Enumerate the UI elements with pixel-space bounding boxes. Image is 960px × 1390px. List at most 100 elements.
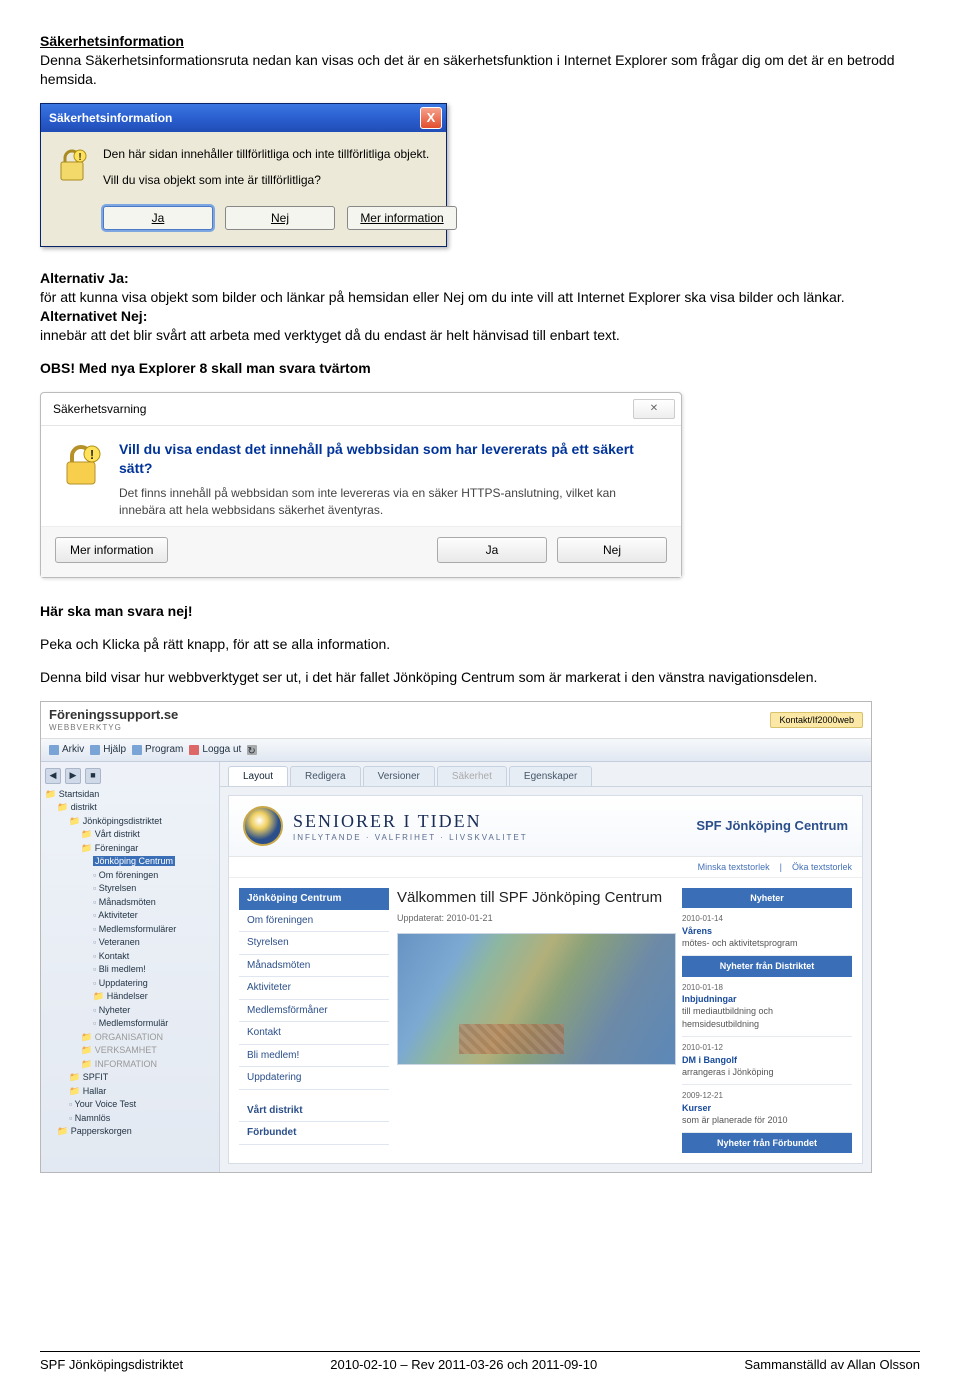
rightcol-header: Nyheter från Distriktet bbox=[682, 956, 852, 976]
leftnav-item[interactable]: Uppdatering bbox=[239, 1067, 389, 1090]
tree-jonkoping-centrum-selected[interactable]: Jönköping Centrum bbox=[93, 856, 175, 866]
tool-decrease-text[interactable]: Minska textstorlek bbox=[698, 861, 770, 873]
news-item[interactable]: 2009-12-21 Kurser som är planerade för 2… bbox=[682, 1085, 852, 1133]
tree-item[interactable]: Om föreningen bbox=[45, 869, 215, 883]
tree-foreningar[interactable]: Föreningar bbox=[45, 842, 215, 856]
tab-sakerhet[interactable]: Säkerhet bbox=[437, 766, 507, 787]
news-item[interactable]: 2010-01-12 DM i Bangolf arrangeras i Jön… bbox=[682, 1037, 852, 1085]
xp-security-dialog: Säkerhetsinformation X ! Den här sidan i… bbox=[40, 103, 447, 248]
tree-item[interactable]: SPFIT bbox=[45, 1071, 215, 1085]
svg-text:!: ! bbox=[78, 152, 81, 163]
tree-item[interactable]: Aktiviteter bbox=[45, 909, 215, 923]
webinfo-text: Denna bild visar hur webbverktyget ser u… bbox=[40, 668, 920, 687]
menu-program[interactable]: Program bbox=[132, 743, 183, 757]
news-item[interactable]: 2010-01-18 Inbjudningar till mediautbild… bbox=[682, 977, 852, 1037]
tree-item[interactable]: Veteranen bbox=[45, 936, 215, 950]
page-preview: SENIORER I TIDEN INFLYTANDE · VALFRIHET … bbox=[228, 795, 863, 1164]
mer-information-button[interactable]: Mer information bbox=[55, 537, 168, 563]
leftnav-item[interactable]: Om föreningen bbox=[239, 910, 389, 933]
aerial-photo-placeholder bbox=[397, 933, 676, 1065]
tree-item[interactable]: Uppdatering bbox=[45, 977, 215, 991]
alt-nej-text: innebär att det blir svårt att arbeta me… bbox=[40, 327, 620, 343]
leftnav-item[interactable]: Månadsmöten bbox=[239, 955, 389, 978]
tree-item[interactable]: Månadsmöten bbox=[45, 896, 215, 910]
tree-item[interactable]: ORGANISATION bbox=[45, 1031, 215, 1045]
leftnav-item[interactable]: Kontakt bbox=[239, 1022, 389, 1045]
leftnav-item[interactable]: Styrelsen bbox=[239, 932, 389, 955]
center-heading: Välkommen till SPF Jönköping Centrum bbox=[397, 888, 674, 908]
leftnav-item[interactable]: Aktiviteter bbox=[239, 977, 389, 1000]
tab-versioner[interactable]: Versioner bbox=[363, 766, 435, 787]
menu-arkiv[interactable]: Arkiv bbox=[49, 743, 84, 757]
leftnav-header: Jönköping Centrum bbox=[239, 888, 389, 910]
leftnav-section[interactable]: Förbundet bbox=[239, 1122, 389, 1145]
footer-right: Sammanställd av Allan Olsson bbox=[744, 1356, 920, 1374]
tab-egenskaper[interactable]: Egenskaper bbox=[509, 766, 592, 787]
nav-tree[interactable]: Startsidan distrikt Jönköpingsdistriktet… bbox=[45, 788, 215, 1139]
tree-item[interactable]: VERKSAMHET bbox=[45, 1044, 215, 1058]
tree-item[interactable]: Medlemsformulär bbox=[45, 1017, 215, 1031]
nav-back-icon[interactable]: ◀ bbox=[45, 768, 61, 784]
page-footer: SPF Jönköpingsdistriktet 2010-02-10 – Re… bbox=[40, 1351, 920, 1374]
banner-title: SENIORER I TIDEN bbox=[293, 809, 528, 833]
brand-name: Föreningssupport.se bbox=[49, 706, 178, 724]
win7-description: Det finns innehåll på webbsidan som inte… bbox=[119, 485, 663, 517]
site-name: SPF Jönköping Centrum bbox=[696, 817, 848, 835]
tree-item[interactable]: Händelser bbox=[45, 990, 215, 1004]
tree-item[interactable]: Your Voice Test bbox=[45, 1098, 215, 1112]
footer-left: SPF Jönköpingsdistriktet bbox=[40, 1356, 183, 1374]
tree-item[interactable]: Styrelsen bbox=[45, 882, 215, 896]
win7-security-warning-dialog: Säkerhetsvarning ✕ ! Vill du visa endast… bbox=[40, 392, 682, 578]
rightcol-header: Nyheter från Förbundet bbox=[682, 1133, 852, 1153]
tree-papperskorgen[interactable]: Papperskorgen bbox=[45, 1125, 215, 1139]
preview-left-nav: Jönköping Centrum Om föreningen Styrelse… bbox=[239, 888, 389, 1153]
close-icon[interactable]: X bbox=[420, 107, 442, 129]
menu-hjalp[interactable]: Hjälp bbox=[90, 743, 126, 757]
footer-mid: 2010-02-10 – Rev 2011-03-26 och 2011-09-… bbox=[330, 1356, 597, 1374]
tab-redigera[interactable]: Redigera bbox=[290, 766, 361, 787]
tree-item[interactable]: Medlemsformulärer bbox=[45, 923, 215, 937]
leftnav-section[interactable]: Vårt distrikt bbox=[239, 1100, 389, 1123]
lock-warning-icon: ! bbox=[55, 146, 89, 184]
nav-fwd-icon[interactable]: ▶ bbox=[65, 768, 81, 784]
heading-sakerhetsinformation: Säkerhetsinformation bbox=[40, 33, 184, 49]
leftnav-item[interactable]: Medlemsförmåner bbox=[239, 1000, 389, 1023]
tree-item[interactable]: INFORMATION bbox=[45, 1058, 215, 1072]
contact-pill[interactable]: Kontakt/If2000web bbox=[770, 712, 863, 728]
tree-vart-distrikt[interactable]: Vårt distrikt bbox=[45, 828, 215, 842]
close-icon[interactable]: ✕ bbox=[633, 399, 675, 419]
alt-ja-label: Alternativ Ja: bbox=[40, 270, 129, 286]
tree-item[interactable]: Kontakt bbox=[45, 950, 215, 964]
tree-item[interactable]: Bli medlem! bbox=[45, 963, 215, 977]
spf-logo-icon bbox=[243, 806, 283, 846]
top-menu: Arkiv Hjälp Program Logga ut ↻ bbox=[41, 739, 871, 762]
alt-nej-label: Alternativet Nej: bbox=[40, 308, 147, 324]
xp-message-1: Den här sidan innehåller tillförlitliga … bbox=[103, 146, 457, 162]
news-item[interactable]: 2010-01-14 Vårens mötes- och aktivitetsp… bbox=[682, 908, 852, 956]
menu-refresh-icon[interactable]: ↻ bbox=[247, 743, 257, 757]
preview-right-col: Nyheter 2010-01-14 Vårens mötes- och akt… bbox=[682, 888, 852, 1153]
banner-subtitle: INFLYTANDE · VALFRIHET · LIVSKVALITET bbox=[293, 833, 528, 844]
nej-button[interactable]: Nej bbox=[225, 206, 335, 230]
tree-item[interactable]: Nyheter bbox=[45, 1004, 215, 1018]
updated-date: Uppdaterat: 2010-01-21 bbox=[397, 912, 674, 924]
tree-item[interactable]: Namnlös bbox=[45, 1112, 215, 1126]
xp-title: Säkerhetsinformation bbox=[49, 110, 172, 126]
leftnav-item[interactable]: Bli medlem! bbox=[239, 1045, 389, 1068]
tree-jdistrikt[interactable]: Jönköpingsdistriktet bbox=[45, 815, 215, 829]
lock-warning-icon: ! bbox=[59, 440, 103, 490]
tree-startsidan[interactable]: Startsidan bbox=[45, 788, 215, 802]
peka-text: Peka och Klicka på rätt knapp, för att s… bbox=[40, 635, 920, 654]
ja-button[interactable]: Ja bbox=[103, 206, 213, 230]
tree-item[interactable]: Hallar bbox=[45, 1085, 215, 1099]
win7-title: Säkerhetsvarning bbox=[53, 401, 146, 417]
menu-loggaut[interactable]: Logga ut bbox=[189, 743, 241, 757]
mer-information-button[interactable]: Mer information bbox=[347, 206, 457, 230]
nav-stop-icon[interactable]: ■ bbox=[85, 768, 101, 784]
tab-layout[interactable]: Layout bbox=[228, 766, 288, 787]
ja-button[interactable]: Ja bbox=[437, 537, 547, 563]
tree-distrikt[interactable]: distrikt bbox=[45, 801, 215, 815]
brand-subtitle: WEBBVERKTYG bbox=[49, 723, 178, 734]
nej-button[interactable]: Nej bbox=[557, 537, 667, 563]
tool-increase-text[interactable]: Öka textstorlek bbox=[792, 861, 852, 873]
